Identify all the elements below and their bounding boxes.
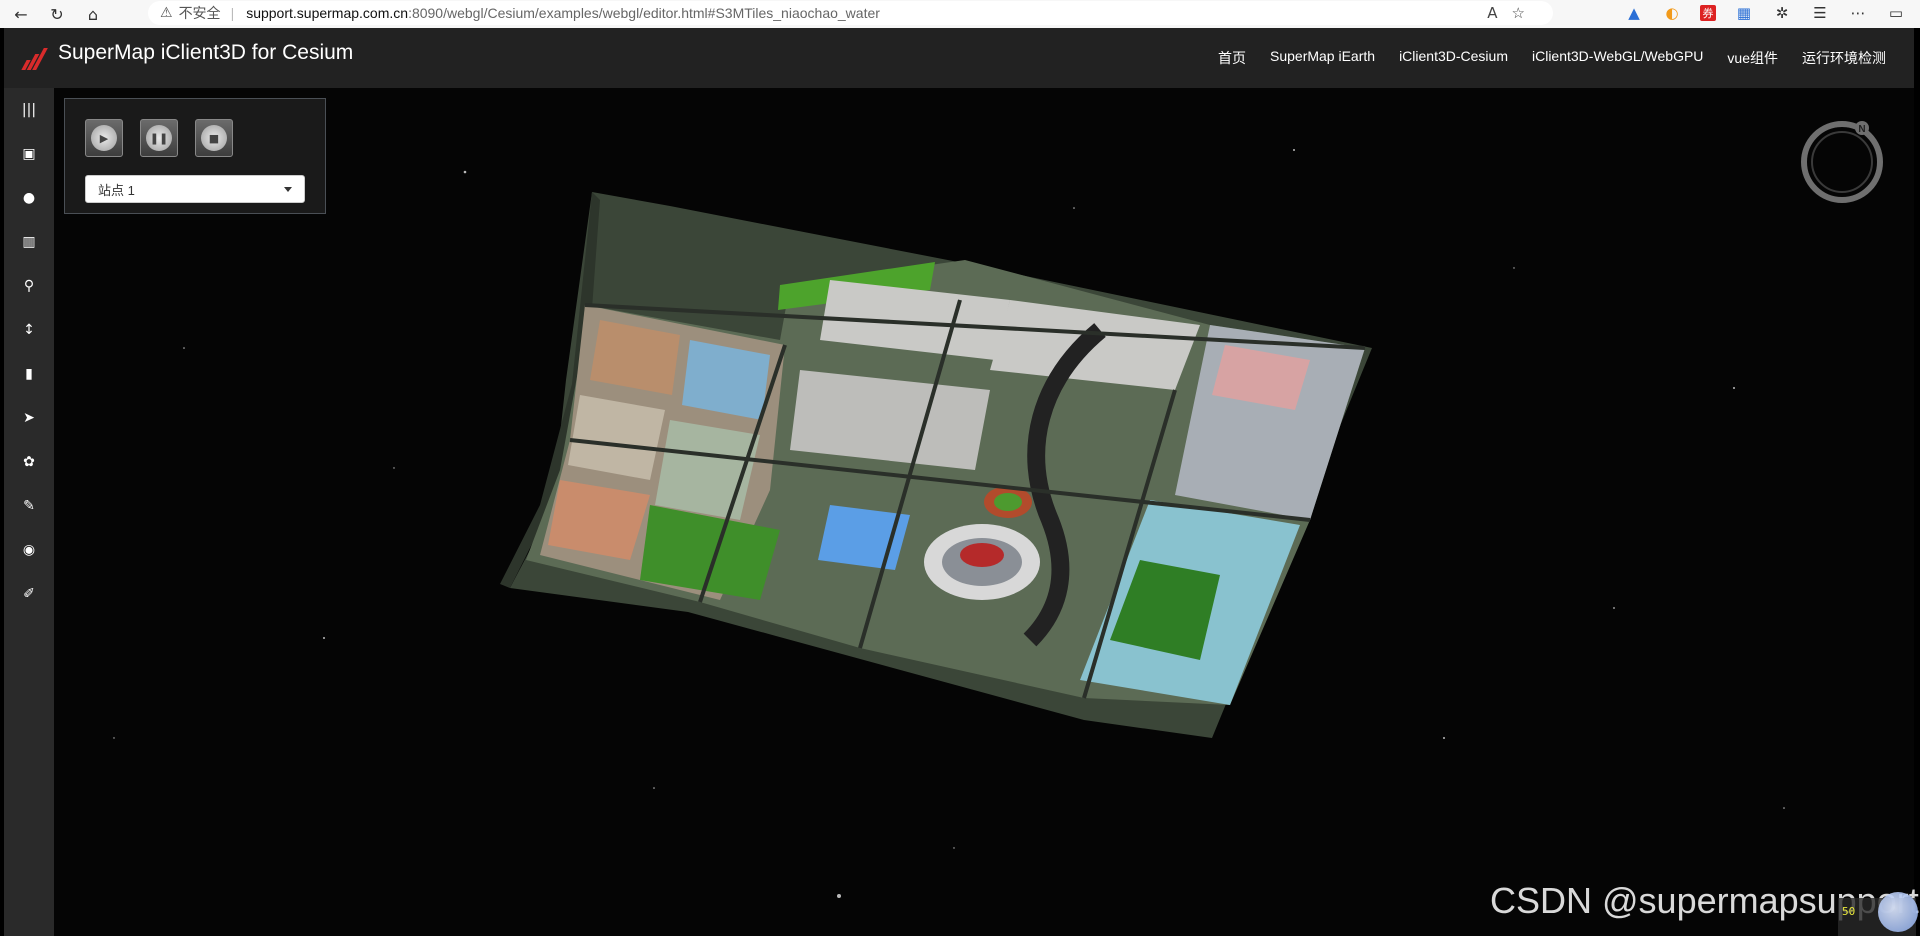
nav-home[interactable]: 首页 [1218,48,1246,68]
qr-code-icon[interactable]: ▦ [1734,4,1754,22]
selected-site: 站点 1 [98,182,135,198]
flight-control-panel: ▶ ❚❚ ■ 站点 1 [64,98,326,214]
back-icon[interactable]: ← [6,3,36,25]
bank-icon[interactable]: ▥ [4,220,54,264]
url-path: :8090/webgl/Cesium/examples/webgl/editor… [408,5,880,21]
map-viewport[interactable] [54,88,1914,936]
nav-iclient3d-cesium[interactable]: iClient3D-Cesium [1399,48,1508,68]
app-title: SuperMap iClient3D for Cesium [58,41,354,64]
extension-b-icon[interactable]: ◐ [1662,4,1682,22]
browser-toolbar: ← ↻ ⌂ ⚠ 不安全 | support.supermap.com.cn :8… [0,0,1920,28]
menu-icon[interactable]: ||| [4,88,54,132]
height-icon[interactable]: ↕ [4,308,54,352]
read-aloud-icon[interactable]: A [1487,4,1497,22]
warning-icon: ⚠ [160,5,173,21]
starfield [113,149,1785,898]
play-icon: ▶ [91,125,117,151]
top-nav: 首页 SuperMap iEarth iClient3D-Cesium iCli… [1218,48,1886,68]
pause-button[interactable]: ❚❚ [140,119,178,157]
site-select[interactable]: 站点 1 [85,175,305,203]
app-header: SuperMap iClient3D for Cesium 首页 SuperMa… [4,28,1914,88]
sidebar-toggle-icon[interactable]: ▭ [1886,4,1906,22]
city-model [500,192,1372,738]
pause-icon: ❚❚ [146,125,172,151]
refresh-icon[interactable]: ↻ [42,3,72,25]
nav-env-check[interactable]: 运行环境检测 [1802,48,1886,68]
compass-widget[interactable]: N [1798,118,1886,206]
extension-a-icon[interactable]: ▲ [1624,4,1644,22]
globe-icon[interactable]: ● [4,176,54,220]
edit-icon[interactable]: ✎ [4,484,54,528]
help-button[interactable] [1878,892,1918,932]
more-icon[interactable]: ⋯ [1848,4,1868,22]
layers-icon[interactable]: ▣ [4,132,54,176]
chevron-down-icon [284,187,292,192]
eye-icon[interactable]: ◉ [4,528,54,572]
favorites-icon[interactable]: ☰ [1810,4,1830,22]
stop-button[interactable]: ■ [195,119,233,157]
favorite-star-icon[interactable]: ☆ [1512,4,1525,22]
cubes-icon[interactable]: ✿ [4,440,54,484]
map-icon[interactable]: ▮ [4,352,54,396]
stop-icon: ■ [201,125,227,151]
nav-vue-components[interactable]: vue组件 [1727,48,1778,68]
search-icon[interactable]: ⚲ [4,264,54,308]
pencil-icon[interactable]: ✐ [4,572,54,616]
divider: | [230,5,235,21]
insecure-label: 不安全 [178,5,221,21]
compass-north-label: N [1858,124,1865,135]
extensions-icon[interactable]: ✲ [1772,4,1792,22]
fps-label: 50 [1842,905,1856,918]
nav-iclient3d-webgl[interactable]: iClient3D-WebGL/WebGPU [1532,48,1703,68]
extension-c-icon[interactable]: 券 [1700,5,1716,21]
play-button[interactable]: ▶ [85,119,123,157]
sidebar: ||| ▣ ● ▥ ⚲ ↕ ▮ ➤ ✿ ✎ ◉ ✐ [4,88,54,936]
address-bar[interactable]: ⚠ 不安全 | support.supermap.com.cn :8090/we… [148,1,1553,25]
supermap-logo [20,46,50,70]
url-host: support.supermap.com.cn [246,5,409,21]
send-icon[interactable]: ➤ [4,396,54,440]
nav-iearth[interactable]: SuperMap iEarth [1270,48,1375,68]
home-icon[interactable]: ⌂ [78,3,108,25]
